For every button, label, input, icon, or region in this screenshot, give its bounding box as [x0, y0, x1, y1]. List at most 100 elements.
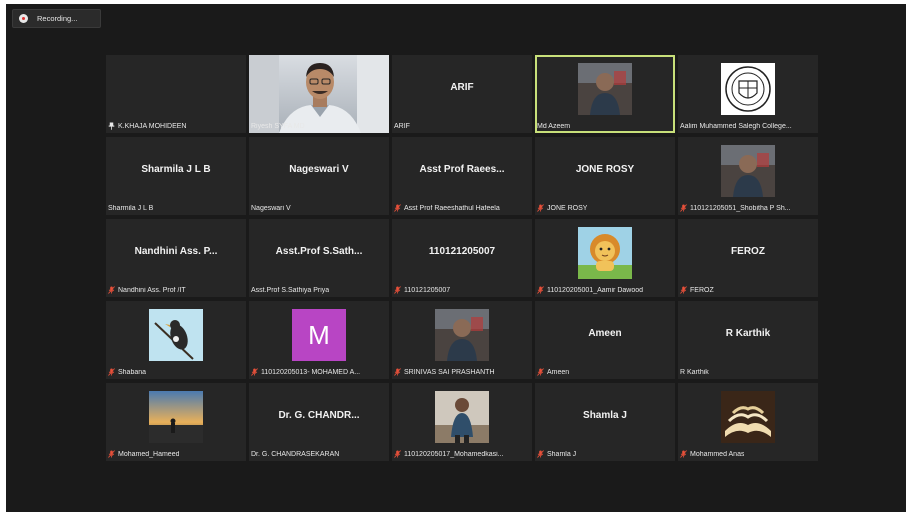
participant-display-name: R Karthik — [725, 328, 771, 339]
participant-tile[interactable]: Shamla J Shamla J — [535, 383, 675, 461]
participant-display-name: Dr. G. CHANDR... — [278, 410, 360, 421]
participant-tile[interactable]: Riyesh SYFA MD — [249, 55, 389, 133]
participant-name: 110120205017_Mohamedkasi... — [404, 450, 504, 458]
participant-name: Asst.Prof S.Sathiya Priya — [251, 287, 330, 294]
meeting-stage: Recording... K.KHAJA MOHIDEEN Riyesh SYFA… — [6, 4, 906, 512]
participant-tile[interactable]: 110121205007 110121205007 — [392, 219, 532, 297]
participant-tile[interactable]: Mohamed_Hameed — [106, 383, 246, 461]
participant-name: Ameen — [547, 368, 570, 376]
participant-display-name: Sharmila J L B — [141, 164, 211, 175]
participant-tile[interactable]: Shabana — [106, 301, 246, 379]
profile-picture — [578, 63, 632, 115]
record-icon — [19, 14, 28, 23]
participant-name-label: SRINIVAS SAI PRASHANTH — [394, 368, 495, 376]
participant-name: Mohamed_Hameed — [118, 450, 180, 458]
participant-tile[interactable]: R Karthik R Karthik — [678, 301, 818, 379]
pin-icon — [108, 122, 115, 130]
participant-name: Shabana — [118, 368, 147, 376]
participant-name-label: JONE ROSY — [537, 204, 587, 212]
participant-name: 110121205051_Shobitha P Sh... — [690, 204, 791, 212]
participant-tile[interactable]: 110120205017_Mohamedkasi... — [392, 383, 532, 461]
participant-name-label: 110121205007 — [394, 286, 450, 294]
recording-indicator[interactable]: Recording... — [12, 9, 101, 28]
participant-tile[interactable]: Dr. G. CHANDR... Dr. G. CHANDRASEKARAN — [249, 383, 389, 461]
participant-tile[interactable]: Mohammed Anas — [678, 383, 818, 461]
participant-name-label: Nandhini Ass. Prof /IT — [108, 286, 186, 294]
participant-name-label: Ameen — [537, 368, 569, 376]
mic-muted-icon — [537, 204, 544, 212]
participant-tile[interactable]: Md Azeem — [535, 55, 675, 133]
mic-muted-icon — [680, 450, 687, 458]
participant-display-name: Shamla J — [583, 410, 627, 421]
participant-tile[interactable]: Asst Prof Raees... Asst Prof Raeeshathul … — [392, 137, 532, 215]
mic-muted-icon — [108, 368, 115, 376]
participant-name-label: Mohamed_Hameed — [108, 450, 179, 458]
participant-name: Dr. G. CHANDRASEKARAN — [251, 451, 340, 458]
participant-name: Shamla J — [547, 450, 577, 458]
video-feed — [249, 55, 389, 133]
mic-muted-icon — [394, 286, 401, 294]
bird-picture — [149, 309, 203, 361]
participant-name-label: Dr. G. CHANDRASEKARAN — [251, 451, 339, 458]
mic-muted-icon — [394, 204, 401, 212]
participant-tile[interactable]: Aalim Muhammed Salegh College... — [678, 55, 818, 133]
participant-tile[interactable]: SRINIVAS SAI PRASHANTH — [392, 301, 532, 379]
participant-tile[interactable]: K.KHAJA MOHIDEEN — [106, 55, 246, 133]
participant-name-label: Nageswari V — [251, 205, 291, 212]
participant-name: Nageswari V — [251, 205, 291, 212]
mic-muted-icon — [680, 204, 687, 212]
mic-muted-icon — [108, 450, 115, 458]
participant-name-label: Asst Prof Raeeshathul Hafeela — [394, 204, 500, 212]
participant-tile[interactable]: Ameen Ameen — [535, 301, 675, 379]
participant-tile[interactable]: 110120205001_Aamir Dawood — [535, 219, 675, 297]
participant-display-name: Nageswari V — [289, 164, 349, 175]
participant-tile[interactable]: ARIF ARIF — [392, 55, 532, 133]
participant-name: Aalim Muhammed Salegh College... — [680, 123, 792, 130]
participant-name-label: Asst.Prof S.Sathiya Priya — [251, 287, 329, 294]
participant-name: SRINIVAS SAI PRASHANTH — [404, 368, 495, 376]
participant-name-label: Aalim Muhammed Salegh College... — [680, 123, 792, 130]
participant-tile[interactable]: Asst.Prof S.Sath... Asst.Prof S.Sathiya P… — [249, 219, 389, 297]
participant-tile[interactable]: 110121205051_Shobitha P Sh... — [678, 137, 818, 215]
avatar: M — [292, 309, 346, 361]
mic-muted-icon — [394, 368, 401, 376]
participant-name: 110121205007 — [404, 286, 451, 294]
participant-name: Mohammed Anas — [690, 450, 745, 458]
participant-tile[interactable]: M 110120205013- MOHAMED A... — [249, 301, 389, 379]
mic-muted-icon — [251, 368, 258, 376]
lion-picture — [578, 227, 632, 279]
participant-name: Md Azeem — [537, 123, 571, 130]
participant-display-name: Asst Prof Raees... — [419, 164, 505, 175]
participant-name: JONE ROSY — [547, 204, 588, 212]
participant-name-label: Shabana — [108, 368, 146, 376]
mic-muted-icon — [537, 450, 544, 458]
profile-picture — [435, 391, 489, 443]
participant-name: Sharmila J L B — [108, 205, 154, 212]
mic-muted-icon — [680, 286, 687, 294]
participant-name-label: 110120205001_Aamir Dawood — [537, 286, 643, 294]
participant-name: 110120205013- MOHAMED A... — [261, 368, 361, 376]
book-picture — [721, 391, 775, 443]
mic-muted-icon — [108, 286, 115, 294]
participant-tile[interactable]: JONE ROSY JONE ROSY — [535, 137, 675, 215]
participant-name: R Karthik — [680, 369, 709, 376]
participant-name: Riyesh SYFA MD — [251, 123, 305, 130]
participant-name: Nandhini Ass. Prof /IT — [118, 286, 186, 294]
participant-display-name: ARIF — [450, 82, 474, 93]
participant-name-label: Riyesh SYFA MD — [251, 123, 305, 130]
participant-display-name: JONE ROSY — [575, 164, 635, 175]
participant-name: Asst Prof Raeeshathul Hafeela — [404, 204, 500, 212]
participant-display-name: 110121205007 — [428, 246, 496, 257]
avatar-letter: M — [308, 319, 330, 350]
participant-tile[interactable]: Nageswari V Nageswari V — [249, 137, 389, 215]
participant-tile[interactable]: FEROZ FEROZ — [678, 219, 818, 297]
participant-name-label: Sharmila J L B — [108, 205, 153, 212]
participant-tile[interactable]: Sharmila J L B Sharmila J L B — [106, 137, 246, 215]
participant-grid: K.KHAJA MOHIDEEN Riyesh SYFA MD ARIF ARIF Md… — [106, 55, 818, 461]
participant-name: FEROZ — [690, 286, 714, 294]
participant-display-name: Ameen — [588, 328, 622, 339]
participant-name-label: Md Azeem — [537, 123, 570, 130]
participant-tile[interactable]: Nandhini Ass. P... Nandhini Ass. Prof /IT — [106, 219, 246, 297]
recording-label: Recording... — [37, 14, 78, 23]
participant-name: 110120205001_Aamir Dawood — [547, 286, 643, 294]
